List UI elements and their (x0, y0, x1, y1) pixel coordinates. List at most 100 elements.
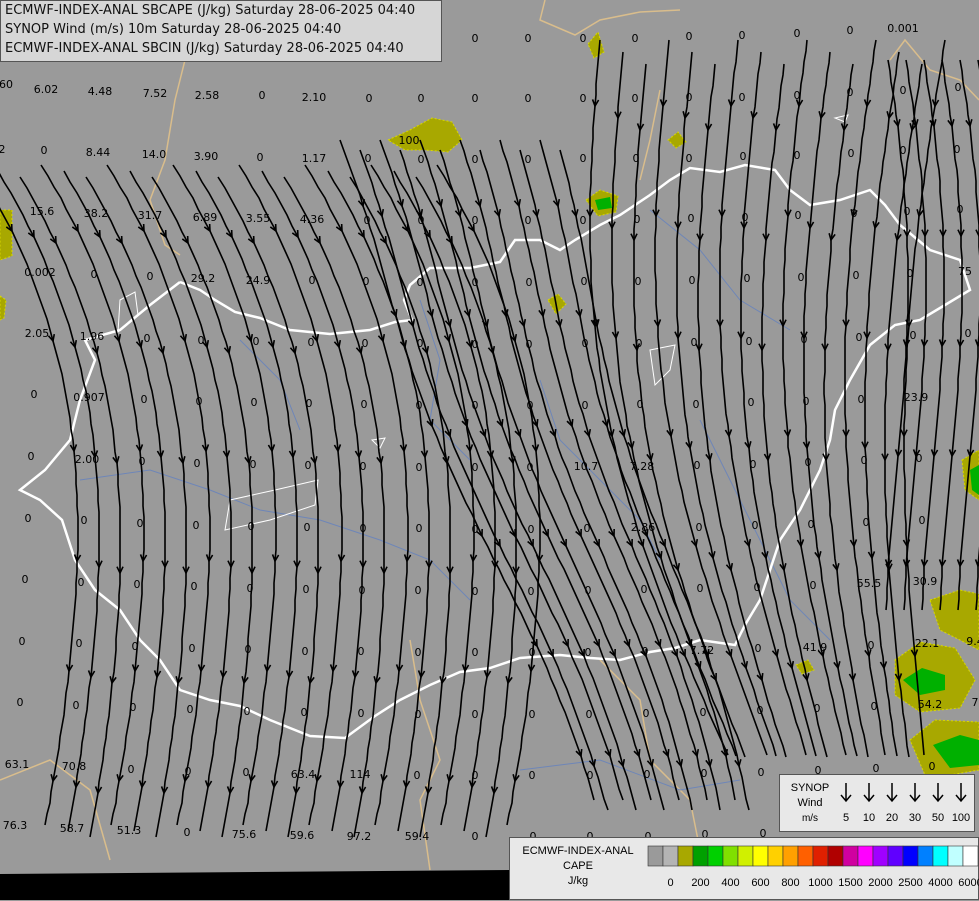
sbcin-value: 0 (359, 584, 366, 597)
sbcin-value: 0 (528, 585, 535, 598)
sbcin-value: 0 (360, 522, 367, 535)
sbcin-value: 75.6 (232, 828, 257, 841)
wind-arrow-symbol (886, 783, 898, 803)
sbcin-value: 0 (137, 517, 144, 530)
wind-arrow-symbol (909, 783, 921, 803)
sbcin-value: 55.5 (857, 577, 882, 590)
sbcin-value: 0 (417, 337, 424, 350)
cape-color-swatch (677, 845, 694, 867)
sbcin-value: 0 (257, 151, 264, 164)
sbcin-value: 0 (587, 769, 594, 782)
sbcin-value: 0 (191, 580, 198, 593)
sbcin-value: 0 (134, 578, 141, 591)
sbcin-value: 29.2 (191, 272, 216, 285)
sbcin-value: 0 (472, 214, 479, 227)
sbcin-value: 0 (185, 765, 192, 778)
sbcin-value: 0 (748, 396, 755, 409)
sbcin-value: 0 (418, 92, 425, 105)
sbcin-value: 0 (244, 705, 251, 718)
sbcin-value: 0 (693, 398, 700, 411)
cape-tick-label: 600 (751, 877, 769, 889)
wind-speed-label: 30 (909, 812, 921, 824)
sbcin-value: 0 (415, 708, 422, 721)
sbcin-value: 0 (810, 579, 817, 592)
sbcin-value: 0 (863, 516, 870, 529)
sbcin-value: 0 (694, 459, 701, 472)
sbcin-value: 0 (363, 275, 370, 288)
sbcin-value: 0 (641, 583, 648, 596)
cape-tick-label: 2000 (868, 877, 892, 889)
sbcin-value: 0 (472, 523, 479, 536)
sbcin-value: 0 (472, 708, 479, 721)
sbcin-value: 0 (637, 398, 644, 411)
cape-tick-label: 200 (691, 877, 709, 889)
sbcin-value: 6.02 (34, 83, 59, 96)
sbcin-value: 0 (527, 399, 534, 412)
sbcin-value: 0 (742, 211, 749, 224)
sbcin-value: 0 (633, 152, 640, 165)
sbcin-value: 0 (81, 514, 88, 527)
sbcin-value: 0 (798, 271, 805, 284)
sbcin-value: 0 (416, 399, 423, 412)
sbcin-value: 0.907 (73, 391, 105, 404)
sbcin-value: 0 (739, 91, 746, 104)
sbcin-value: 0 (758, 766, 765, 779)
sbcin-value: 0 (858, 393, 865, 406)
wind-speed-label: 10 (863, 812, 875, 824)
sbcin-value: 59.6 (290, 829, 315, 842)
sbcin-value: 97.2 (347, 830, 372, 843)
sbcin-value: 0.002 (24, 266, 56, 279)
sbcin-value: 0 (851, 207, 858, 220)
sbcin-value: 0 (301, 706, 308, 719)
sbcin-value: 0 (305, 459, 312, 472)
sbcin-value: 0 (525, 153, 532, 166)
sbcin-value: 0 (814, 702, 821, 715)
sbcin-value: 0 (794, 89, 801, 102)
sbcin-value: 0 (361, 398, 368, 411)
sbcin-value: 0 (686, 152, 693, 165)
sbcin-value: 2 (0, 143, 6, 156)
sbcin-value: 3.90 (194, 150, 219, 163)
sbcin-value: 4.36 (300, 213, 325, 226)
sbcin-value: 0 (248, 520, 255, 533)
sbcin-value: 0 (634, 213, 641, 226)
sbcin-value: 0 (632, 32, 639, 45)
sbcin-value: 0 (955, 81, 962, 94)
sbcin-value: 0 (526, 276, 533, 289)
sbcin-value: 0 (415, 646, 422, 659)
sbcin-value: 0 (358, 707, 365, 720)
sbcin-value: 0 (900, 84, 907, 97)
synop-legend-arrows: 5 10 20 30 50 100 (840, 783, 970, 824)
sbcin-value: 0 (41, 144, 48, 157)
wind-arrow-symbol (840, 783, 852, 803)
sbcin-value: 22.1 (915, 637, 940, 650)
sbcin-value: 0 (585, 646, 592, 659)
sbcin-value: 2.05 (25, 327, 50, 340)
sbcin-value: 0 (31, 388, 38, 401)
sbcin-value: 0 (472, 399, 479, 412)
wind-arrow-symbol (863, 783, 875, 803)
sbcin-value: 0 (794, 149, 801, 162)
sbcin-value: 0 (916, 452, 923, 465)
sbcin-value: 0 (910, 329, 917, 342)
sbcin-value: 0 (189, 642, 196, 655)
sbcin-value: 0 (187, 703, 194, 716)
cape-color-swatch (962, 845, 979, 867)
sbcin-value: 0 (525, 92, 532, 105)
sbcin-value: 30.9 (913, 575, 938, 588)
sbcin-value: 0 (965, 327, 972, 340)
map-canvas: 60 6.02 4.48 7.52 2.58 0 2.10 0 0 0 0 0 0 0 0 0 0 0 0 0 0 0 0 0… (0, 0, 979, 900)
sbcin-value: 0 (584, 522, 591, 535)
sbcin-value: 0 (746, 335, 753, 348)
sbcin-value: 0 (362, 337, 369, 350)
sbcin-value: 2.00 (75, 453, 100, 466)
sbcin-value: 0 (580, 32, 587, 45)
sbcin-value: 0 (91, 268, 98, 281)
cape-color-swatch (707, 845, 724, 867)
cape-colorbar: 0 200 400 600 800 1000 1500 2000 2500 4000 6000 (647, 845, 979, 889)
sbcin-value: 0 (529, 646, 536, 659)
cape-color-swatch (872, 845, 889, 867)
sbcin-value: 0 (847, 86, 854, 99)
sbcin-value: 0 (848, 147, 855, 160)
sbcin-value: 0 (147, 270, 154, 283)
